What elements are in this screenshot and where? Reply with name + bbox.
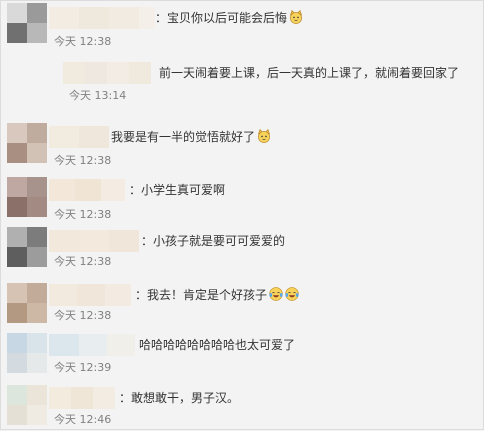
comment-time: 今天 12:39	[54, 361, 112, 374]
avatar[interactable]	[7, 385, 47, 425]
comment-item: ：我去！肯定是个好孩子 今天 12:38	[1, 277, 484, 331]
avatar[interactable]	[7, 283, 47, 323]
avatar[interactable]	[7, 333, 47, 373]
avatar[interactable]	[7, 123, 47, 163]
comment-item: ：敢想敢干，男子汉。 今天 12:46	[1, 383, 484, 431]
comment-text: 哈哈哈哈哈哈哈哈也太可爱了	[139, 338, 296, 352]
comment-text: 我要是有一半的觉悟就好了	[111, 129, 271, 145]
comment-text: ：敢想敢干，男子汉。	[119, 391, 240, 405]
comment-item: 我要是有一半的觉悟就好了 今天 12:38	[1, 111, 484, 169]
laughing-tears-icon	[269, 287, 283, 301]
comment-text: ：小孩子就是要可可爱爱的	[141, 234, 286, 248]
avatar[interactable]	[7, 3, 47, 43]
comment-time: 今天 12:46	[54, 413, 112, 426]
comment-time: 今天 12:38	[54, 154, 112, 167]
username-blurred[interactable]	[49, 387, 115, 409]
comment-time: 今天 12:38	[54, 255, 112, 268]
comment-item: ：宝贝你以后可能会后悔 今天 12:38	[1, 1, 484, 55]
username-blurred[interactable]	[49, 230, 139, 252]
username-blurred[interactable]	[49, 7, 155, 29]
laughing-tears-icon	[285, 287, 299, 301]
username-blurred[interactable]	[49, 179, 125, 201]
username-blurred[interactable]	[49, 284, 131, 306]
comment-item: 前一天闹着要上课，后一天真的上课了，就闹着要回家了 今天 13:14	[1, 55, 484, 111]
comment-item: 哈哈哈哈哈哈哈哈也太可爱了 今天 12:39	[1, 331, 484, 383]
comment-text: ：我去！肯定是个好孩子	[135, 287, 299, 303]
comment-time: 今天 13:14	[69, 89, 127, 102]
comment-item: ：小学生真可爱啊 今天 12:38	[1, 169, 484, 223]
comment-text: 前一天闹着要上课，后一天真的上课了，就闹着要回家了	[159, 66, 460, 80]
comment-time: 今天 12:38	[54, 309, 112, 322]
comment-text: ：宝贝你以后可能会后悔	[155, 10, 303, 26]
comment-item: ：小孩子就是要可可爱爱的 今天 12:38	[1, 223, 484, 277]
username-blurred[interactable]	[49, 126, 109, 148]
comment-text: ：小学生真可爱啊	[129, 183, 226, 197]
cat-face-icon	[258, 129, 270, 143]
avatar[interactable]	[7, 177, 47, 217]
comment-time: 今天 12:38	[54, 35, 112, 48]
cat-face-icon	[290, 10, 302, 24]
username-blurred[interactable]	[63, 62, 151, 84]
comment-time: 今天 12:38	[54, 208, 112, 221]
username-blurred[interactable]	[49, 334, 135, 356]
comment-list: ：宝贝你以后可能会后悔 今天 12:38 前一天闹着要上课，后一天真的上课了，就…	[0, 0, 484, 430]
avatar[interactable]	[7, 227, 47, 267]
